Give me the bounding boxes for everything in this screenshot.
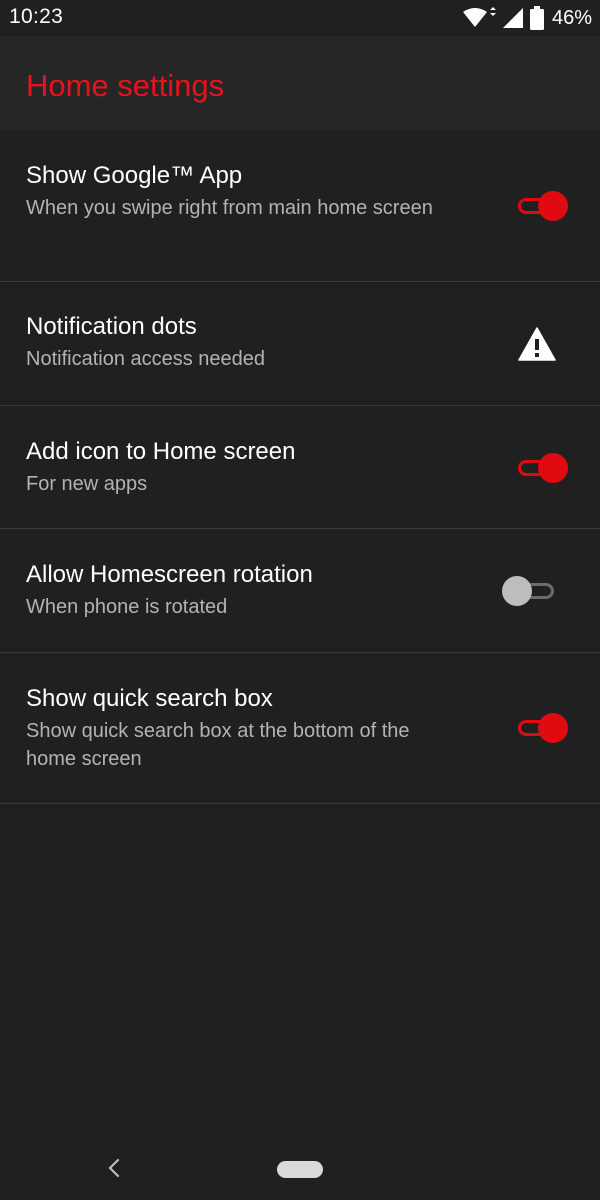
battery-icon — [529, 6, 544, 30]
switch-thumb — [538, 191, 568, 221]
navigation-bar — [0, 1134, 600, 1200]
setting-control — [516, 452, 570, 484]
show-google-app-switch[interactable] — [516, 190, 570, 222]
setting-show-quick-search-box[interactable]: Show quick search box Show quick search … — [0, 653, 600, 804]
setting-summary: When you swipe right from main home scre… — [26, 197, 433, 219]
setting-text: Show Google™ App When you swipe right fr… — [26, 161, 456, 222]
setting-summary: When phone is rotated — [26, 596, 228, 618]
setting-text: Allow Homescreen rotation When phone is … — [26, 560, 456, 621]
warning-icon[interactable] — [518, 327, 556, 361]
setting-show-google-app[interactable]: Show Google™ App When you swipe right fr… — [0, 130, 600, 282]
battery-percent: 46% — [551, 6, 592, 29]
setting-allow-homescreen-rotation[interactable]: Allow Homescreen rotation When phone is … — [0, 529, 600, 653]
setting-title: Show Google™ App — [26, 162, 243, 189]
add-icon-home-screen-switch[interactable] — [516, 452, 570, 484]
setting-text: Show quick search box Show quick search … — [26, 684, 456, 773]
page-title: Home settings — [26, 68, 225, 103]
status-bar: 10:23 46% — [0, 0, 600, 36]
setting-title: Add icon to Home screen — [26, 438, 296, 465]
switch-thumb — [538, 713, 568, 743]
settings-list: Show Google™ App When you swipe right fr… — [0, 130, 600, 804]
switch-thumb — [538, 453, 568, 483]
setting-control — [516, 190, 570, 222]
setting-text: Notification dots Notification access ne… — [26, 312, 456, 373]
setting-summary: Show quick search box at the bottom of t… — [26, 720, 410, 770]
setting-notification-dots[interactable]: Notification dots Notification access ne… — [0, 282, 600, 406]
switch-thumb — [502, 576, 532, 606]
wifi-icon — [462, 7, 496, 27]
setting-text: Add icon to Home screen For new apps — [26, 437, 456, 498]
setting-title: Allow Homescreen rotation — [26, 561, 313, 588]
setting-control — [516, 712, 570, 744]
allow-homescreen-rotation-switch[interactable] — [502, 575, 556, 607]
setting-title: Show quick search box — [26, 685, 273, 712]
setting-control — [502, 575, 556, 607]
status-time: 10:23 — [9, 5, 64, 28]
back-icon[interactable] — [104, 1158, 124, 1178]
setting-add-icon-home-screen[interactable]: Add icon to Home screen For new apps — [0, 406, 600, 529]
show-quick-search-box-switch[interactable] — [516, 712, 570, 744]
setting-title: Notification dots — [26, 313, 197, 340]
home-pill-icon[interactable] — [277, 1161, 323, 1178]
setting-summary: For new apps — [26, 473, 148, 495]
setting-control — [518, 327, 556, 366]
status-icons: 46% — [462, 4, 592, 32]
app-bar: Home settings — [0, 36, 600, 130]
signal-icon — [502, 8, 523, 28]
setting-summary: Notification access needed — [26, 348, 266, 370]
